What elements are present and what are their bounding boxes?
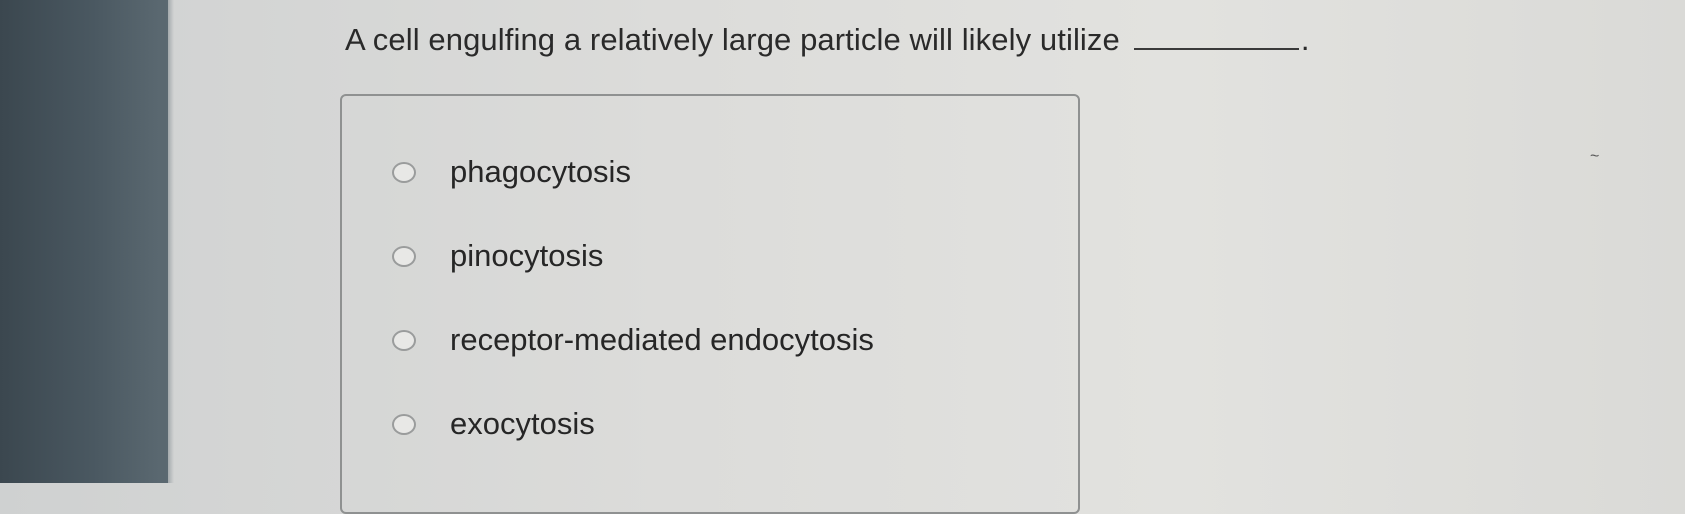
question-period: . (1300, 22, 1310, 57)
question-prompt: A cell engulfing a relatively large part… (345, 22, 1310, 58)
option-label: phagocytosis (450, 154, 631, 189)
screen-speck: ~ (1590, 148, 1600, 165)
radio-button[interactable] (392, 413, 416, 435)
answer-blank (1133, 22, 1299, 50)
option-exocytosis[interactable]: exocytosis (392, 406, 595, 442)
screen-bezel (0, 0, 168, 483)
option-label: exocytosis (450, 406, 595, 441)
option-phagocytosis[interactable]: phagocytosis (392, 154, 631, 190)
option-label: pinocytosis (450, 238, 604, 273)
option-pinocytosis[interactable]: pinocytosis (392, 238, 603, 274)
answer-options-group: phagocytosis pinocytosis receptor-mediat… (340, 94, 1080, 514)
radio-button[interactable] (392, 245, 416, 267)
option-label: receptor-mediated endocytosis (450, 322, 874, 357)
radio-button[interactable] (392, 161, 416, 183)
question-text: A cell engulfing a relatively large part… (345, 22, 1120, 57)
option-receptor-mediated-endocytosis[interactable]: receptor-mediated endocytosis (392, 322, 874, 358)
radio-button[interactable] (392, 329, 416, 351)
bezel-edge-shadow (160, 0, 174, 483)
